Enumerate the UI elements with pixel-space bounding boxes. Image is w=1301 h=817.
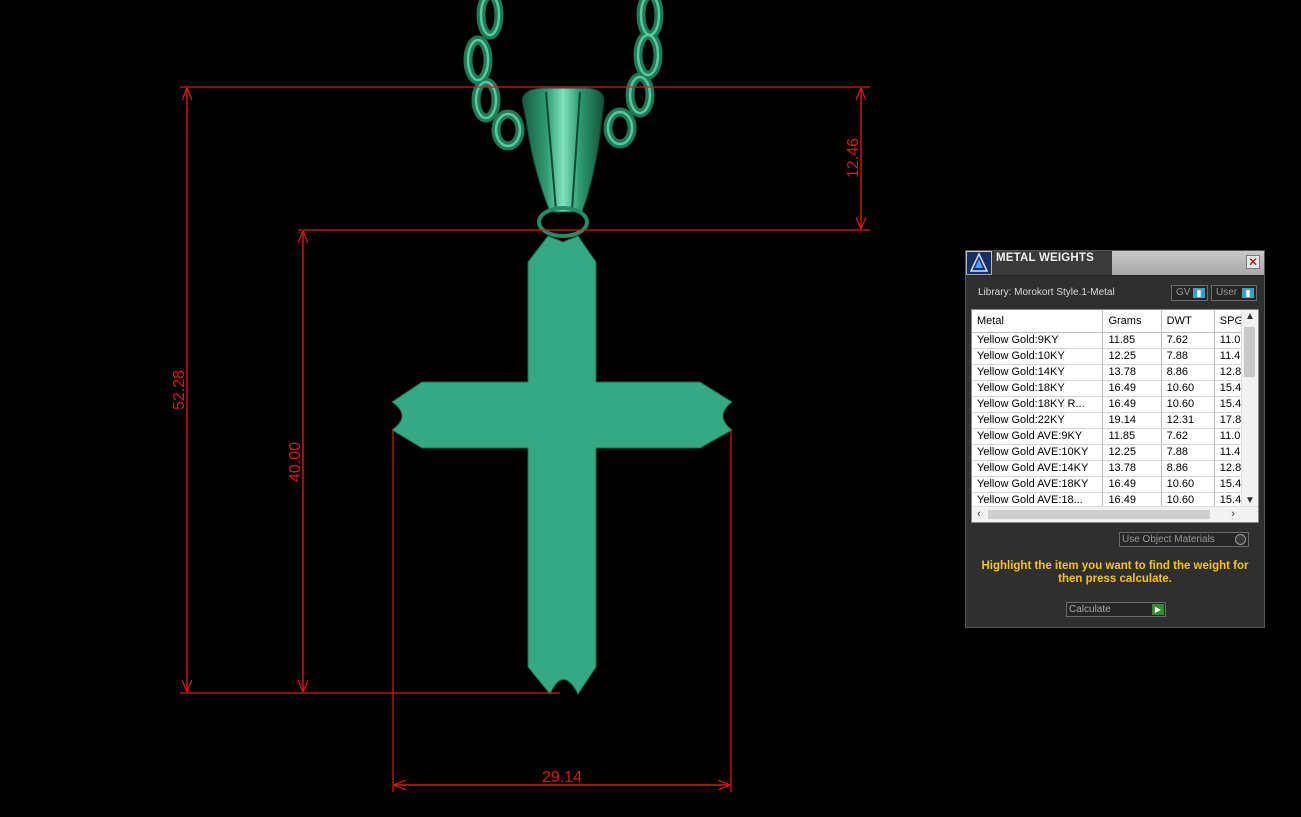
cell-metal: Yellow Gold:18KY R...: [972, 396, 1104, 413]
cell-dwt: 8.86: [1161, 460, 1215, 477]
cell-grams: 13.78: [1102, 364, 1162, 381]
cell-metal: Yellow Gold:22KY: [972, 412, 1104, 429]
gv-dropdown-value: GV: [1176, 287, 1191, 298]
table-row[interactable]: Yellow Gold AVE:18KY 16.49 10.60 15.41: [972, 476, 1258, 493]
cell-grams: 16.49: [1102, 396, 1162, 413]
use-object-materials-label: Use Object Materials: [1122, 534, 1215, 545]
dimension-total-height: 52.28: [171, 370, 188, 410]
app-logo-icon: [967, 252, 991, 274]
column-header-grams[interactable]: Grams: [1102, 310, 1162, 333]
scroll-thumb[interactable]: [1244, 327, 1255, 377]
cell-metal: Yellow Gold:18KY: [972, 380, 1104, 397]
cell-metal: Yellow Gold:9KY: [972, 332, 1104, 349]
vertical-scrollbar[interactable]: ▲ ▼: [1241, 310, 1258, 508]
cell-dwt: 8.86: [1161, 364, 1215, 381]
table-row[interactable]: Yellow Gold:9KY 11.85 7.62 11.08: [972, 332, 1258, 349]
library-label: Library: Morokort Style.1-Metal: [978, 287, 1115, 298]
table-row[interactable]: Yellow Gold AVE:10KY 12.25 7.88 11.45: [972, 444, 1258, 461]
cell-metal: Yellow Gold AVE:18KY: [972, 476, 1104, 493]
scroll-right-icon[interactable]: ›: [1226, 507, 1240, 522]
scroll-left-icon[interactable]: ‹: [972, 507, 986, 522]
column-header-metal[interactable]: Metal: [972, 310, 1104, 333]
cell-grams: 16.49: [1102, 380, 1162, 397]
dimension-cross-height: 40.00: [287, 442, 304, 482]
cell-metal: Yellow Gold AVE:9KY: [972, 428, 1104, 445]
cell-grams: 16.49: [1102, 476, 1162, 493]
table-row[interactable]: Yellow Gold AVE:14KY 13.78 8.86 12.88: [972, 460, 1258, 477]
cell-dwt: 7.62: [1161, 332, 1215, 349]
dropdown-arrow-icon: ▮: [1193, 288, 1205, 298]
panel-titlebar[interactable]: METAL WEIGHTS ✕: [966, 251, 1264, 276]
cell-grams: 19.14: [1102, 412, 1162, 429]
calculate-label: Calculate: [1069, 604, 1111, 615]
table-row[interactable]: Yellow Gold AVE:9KY 11.85 7.62 11.08: [972, 428, 1258, 445]
cell-metal: Yellow Gold:10KY: [972, 348, 1104, 365]
column-header-dwt[interactable]: DWT: [1161, 310, 1215, 333]
cell-dwt: 7.62: [1161, 428, 1215, 445]
table-row[interactable]: Yellow Gold:18KY 16.49 10.60 15.41: [972, 380, 1258, 397]
table-header-row: Metal Grams DWT SPG: [972, 310, 1258, 333]
bail: [521, 87, 605, 238]
radio-icon[interactable]: [1235, 534, 1246, 545]
metal-weights-panel: METAL WEIGHTS ✕ Library: Morokort Style.…: [965, 250, 1265, 628]
cell-dwt: 12.31: [1161, 412, 1215, 429]
dimension-cross-width: 29.14: [542, 769, 582, 786]
cell-grams: 11.85: [1102, 332, 1162, 349]
use-object-materials-toggle[interactable]: Use Object Materials: [1119, 532, 1249, 547]
horizontal-scrollbar[interactable]: ‹ ›: [972, 506, 1258, 522]
cell-dwt: 10.60: [1161, 380, 1215, 397]
calculate-button[interactable]: Calculate ▶: [1066, 602, 1166, 617]
user-dropdown[interactable]: User ▮: [1211, 285, 1257, 301]
table-row[interactable]: Yellow Gold:14KY 13.78 8.86 12.88: [972, 364, 1258, 381]
cell-grams: 13.78: [1102, 460, 1162, 477]
play-icon: ▶: [1152, 604, 1164, 615]
cell-grams: 12.25: [1102, 348, 1162, 365]
cell-dwt: 7.88: [1161, 348, 1215, 365]
gv-dropdown[interactable]: GV ▮: [1171, 285, 1208, 301]
panel-title: METAL WEIGHTS: [996, 252, 1095, 264]
cell-grams: 11.85: [1102, 428, 1162, 445]
scroll-up-icon[interactable]: ▲: [1242, 310, 1258, 324]
cell-dwt: 10.60: [1161, 476, 1215, 493]
dropdown-arrow-icon: ▮: [1242, 288, 1254, 298]
cell-grams: 12.25: [1102, 444, 1162, 461]
cell-dwt: 7.88: [1161, 444, 1215, 461]
table-row[interactable]: Yellow Gold:10KY 12.25 7.88 11.45: [972, 348, 1258, 365]
cell-metal: Yellow Gold AVE:10KY: [972, 444, 1104, 461]
table-row[interactable]: Yellow Gold:18KY R... 16.49 10.60 15.41: [972, 396, 1258, 413]
cell-dwt: 10.60: [1161, 396, 1215, 413]
cross-pendant: [391, 235, 733, 695]
table-row[interactable]: Yellow Gold:22KY 19.14 12.31 17.89: [972, 412, 1258, 429]
user-dropdown-value: User: [1216, 287, 1238, 298]
instruction-text: Highlight the item you want to find the …: [981, 560, 1249, 585]
dimension-bail-height: 12.46: [845, 138, 862, 178]
metal-table[interactable]: Metal Grams DWT SPG Yellow Gold:9KY 11.85…: [971, 309, 1259, 523]
close-icon[interactable]: ✕: [1246, 255, 1260, 269]
cell-metal: Yellow Gold AVE:14KY: [972, 460, 1104, 477]
hscroll-thumb[interactable]: [988, 510, 1210, 519]
cell-metal: Yellow Gold:14KY: [972, 364, 1104, 381]
